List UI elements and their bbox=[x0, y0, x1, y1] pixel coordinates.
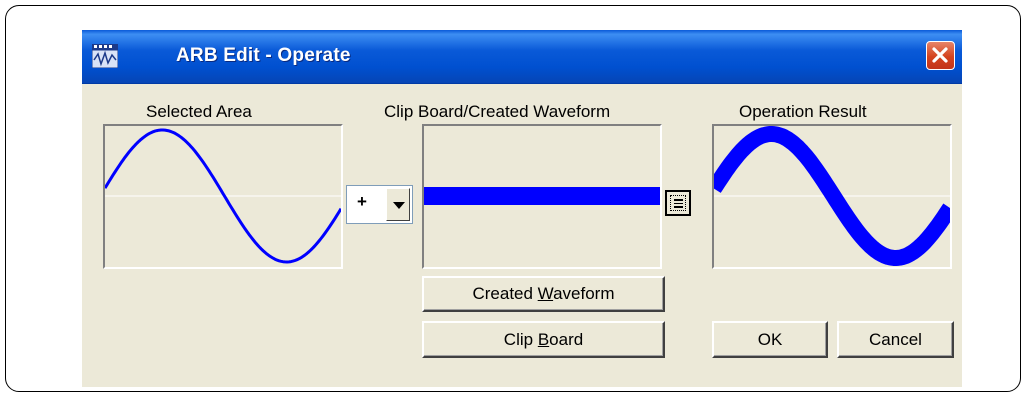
operation-result-display[interactable] bbox=[712, 124, 952, 269]
chevron-down-icon bbox=[393, 202, 405, 209]
clip-board-label: Clip Board bbox=[503, 329, 584, 349]
dialog-window: ARB Edit - Operate Selected Area Clip Bo… bbox=[82, 30, 962, 387]
created-waveform-button[interactable]: Created Waveform bbox=[422, 276, 665, 312]
cancel-button[interactable]: Cancel bbox=[837, 321, 954, 358]
clipboard-display[interactable] bbox=[422, 124, 662, 269]
ok-label: OK bbox=[757, 329, 783, 349]
created-waveform-label: Created Waveform bbox=[472, 284, 615, 303]
clip-board-button[interactable]: Clip Board bbox=[422, 321, 665, 358]
dialog-client-area: Selected Area Clip Board/Created Wavefor… bbox=[82, 84, 962, 387]
title-bar[interactable]: ARB Edit - Operate bbox=[82, 30, 962, 84]
waveform-app-icon bbox=[92, 44, 118, 68]
selected-area-display[interactable] bbox=[103, 124, 343, 269]
result-label: Operation Result bbox=[739, 102, 867, 121]
cancel-label: Cancel bbox=[869, 329, 922, 349]
clipboard-waveform-band bbox=[424, 187, 660, 205]
ok-button[interactable]: OK bbox=[712, 321, 828, 358]
selected-area-waveform bbox=[105, 128, 341, 264]
operator-dropdown-button[interactable] bbox=[386, 188, 410, 221]
close-button[interactable] bbox=[926, 41, 955, 70]
clipboard-label: Clip Board/Created Waveform bbox=[384, 102, 611, 121]
operation-result-waveform bbox=[714, 126, 950, 266]
clipboard-waveform bbox=[424, 187, 660, 205]
operator-value: + bbox=[357, 192, 367, 211]
list-button[interactable] bbox=[665, 190, 691, 216]
window-title: ARB Edit - Operate bbox=[176, 45, 351, 66]
list-icon bbox=[670, 195, 686, 211]
selected-area-label: Selected Area bbox=[146, 102, 252, 121]
close-x-icon bbox=[932, 47, 948, 63]
operator-select[interactable]: + bbox=[346, 185, 413, 224]
